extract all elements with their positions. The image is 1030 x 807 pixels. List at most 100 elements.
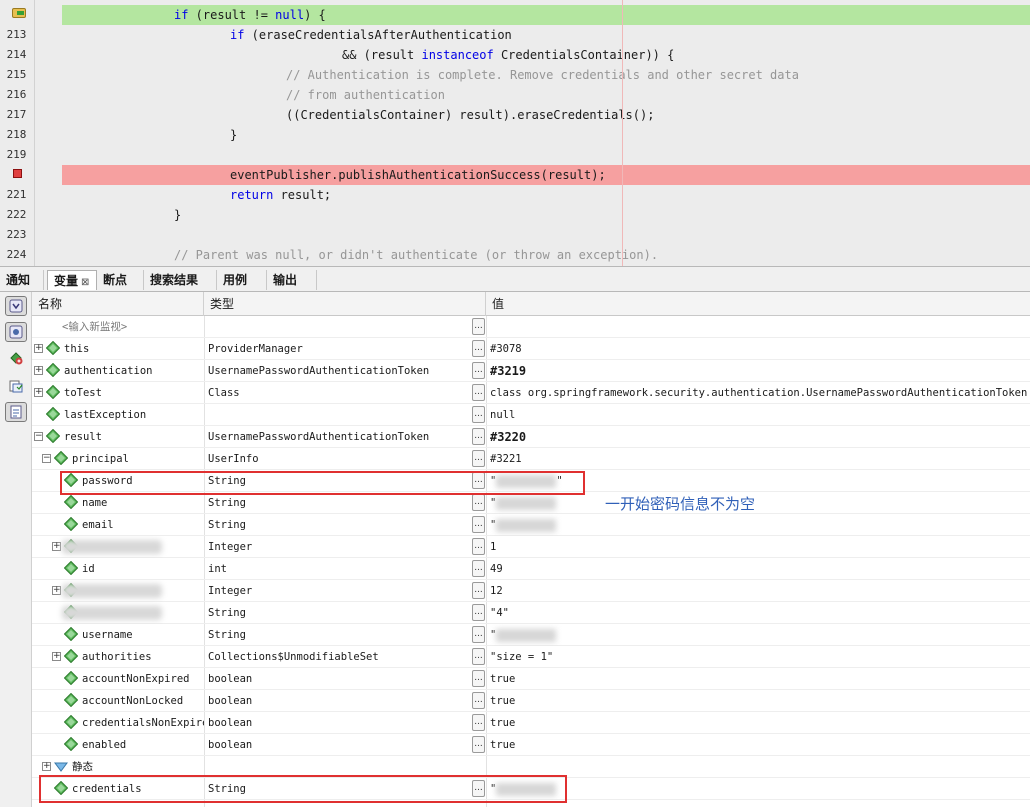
- table-row[interactable]: email String... ": [32, 514, 1030, 536]
- code-line[interactable]: && (result instanceof CredentialsContain…: [342, 45, 674, 65]
- collapse-icon[interactable]: −: [42, 454, 51, 463]
- code-line[interactable]: if (eraseCredentialsAfterAuthentication: [230, 25, 512, 45]
- watch-icon[interactable]: [5, 322, 27, 342]
- line-number: 224: [6, 248, 27, 261]
- edit-value-button[interactable]: ...: [472, 560, 485, 577]
- tab-label: 变量: [54, 274, 79, 288]
- column-header-value[interactable]: 值: [486, 292, 1030, 316]
- table-row[interactable]: + this ProviderManager... #3078: [32, 338, 1030, 360]
- tab-0[interactable]: 通知: [0, 270, 44, 290]
- table-row[interactable]: + Integer... 1: [32, 536, 1030, 558]
- debugger-tab-bar: 通知 变量 ⊠ 断点 搜索结果 用例 输出: [0, 266, 1030, 292]
- copy-icon[interactable]: [5, 376, 27, 396]
- code-line[interactable]: }: [174, 205, 181, 225]
- edit-value-button[interactable]: ...: [472, 450, 485, 467]
- properties-icon[interactable]: [5, 402, 27, 422]
- code-comment: // Authentication is complete. Remove cr…: [286, 68, 799, 82]
- code-line[interactable]: return result;: [230, 185, 331, 205]
- code-line[interactable]: // Parent was null, or didn't authentica…: [174, 245, 658, 265]
- code-line[interactable]: eventPublisher.publishAuthenticationSucc…: [230, 165, 606, 185]
- variable-name-cell: accountNonLocked: [32, 690, 204, 712]
- edit-value-button[interactable]: ...: [472, 494, 485, 511]
- edit-value-button[interactable]: ...: [472, 318, 485, 335]
- edit-value-button[interactable]: ...: [472, 538, 485, 555]
- variable-icon: [63, 692, 79, 708]
- table-row[interactable]: − result UsernamePasswordAuthenticationTok…: [32, 426, 1030, 448]
- edit-value-button[interactable]: ...: [472, 384, 485, 401]
- value-text: null: [490, 409, 516, 421]
- table-row[interactable]: + authentication UsernamePasswordAuthentic…: [32, 360, 1030, 382]
- column-header-name[interactable]: 名称: [32, 292, 204, 316]
- table-row[interactable]: − principal UserInfo... #3221: [32, 448, 1030, 470]
- code-line[interactable]: // from authentication: [286, 85, 445, 105]
- table-row[interactable]: accountNonExpired boolean... true: [32, 668, 1030, 690]
- code-token: (result !=: [188, 8, 276, 22]
- variable-value: [490, 316, 1030, 338]
- table-row[interactable]: credentialsNonExpired boolean... true: [32, 712, 1030, 734]
- redacted-name: [62, 584, 162, 598]
- tab-5[interactable]: 输出: [267, 270, 317, 290]
- edit-value-button[interactable]: ...: [472, 406, 485, 423]
- expand-icon[interactable]: +: [52, 542, 61, 551]
- edit-value-button[interactable]: ...: [472, 340, 485, 357]
- variable-name-cell: lastException: [32, 404, 204, 426]
- edit-value-button[interactable]: ...: [472, 714, 485, 731]
- column-header-type[interactable]: 类型: [204, 292, 486, 316]
- code-line[interactable]: if (result != null) {: [174, 5, 326, 25]
- variable-name: name: [82, 497, 108, 509]
- right-margin-guide: [622, 0, 623, 266]
- table-row[interactable]: lastException... null: [32, 404, 1030, 426]
- expand-icon[interactable]: +: [52, 652, 61, 661]
- table-row[interactable]: name String... ": [32, 492, 1030, 514]
- edit-value-button[interactable]: ...: [472, 648, 485, 665]
- edit-value-button[interactable]: ...: [472, 582, 485, 599]
- expand-icon[interactable]: +: [34, 388, 43, 397]
- tab-4[interactable]: 用例: [217, 270, 267, 290]
- table-row[interactable]: accountNonLocked boolean... true: [32, 690, 1030, 712]
- edit-value-button[interactable]: ...: [472, 692, 485, 709]
- variable-name-cell: id: [32, 558, 204, 580]
- table-row[interactable]: <输入新监视>...: [32, 316, 1030, 338]
- edit-value-button[interactable]: ...: [472, 736, 485, 753]
- tab-1[interactable]: 变量 ⊠: [47, 270, 97, 290]
- show-hide-icon[interactable]: [5, 296, 27, 316]
- variable-icon: [63, 714, 79, 730]
- variables-table[interactable]: 名称 类型 值 <输入新监视>... + this ProviderManager..…: [32, 292, 1030, 807]
- table-row[interactable]: enabled boolean... true: [32, 734, 1030, 756]
- expand-icon[interactable]: +: [34, 344, 43, 353]
- edit-value-button[interactable]: ...: [472, 604, 485, 621]
- line-number: 213: [6, 28, 27, 41]
- tab-3[interactable]: 搜索结果: [144, 270, 217, 290]
- code-editor[interactable]: 213 214 215 216 217 218 219 221 222 223 224 if (re…: [0, 0, 1030, 266]
- collapse-icon[interactable]: −: [34, 432, 43, 441]
- table-row[interactable]: + authorities Collections$UnmodifiableSet.…: [32, 646, 1030, 668]
- table-row[interactable]: + Integer... 12: [32, 580, 1030, 602]
- new-watch-icon[interactable]: [5, 348, 27, 368]
- breakpoint-icon[interactable]: [13, 169, 22, 178]
- code-line[interactable]: // Authentication is complete. Remove cr…: [286, 65, 799, 85]
- variable-name-cell: <输入新监视>: [32, 316, 204, 338]
- edit-value-button[interactable]: ...: [472, 516, 485, 533]
- table-row[interactable]: id int... 49: [32, 558, 1030, 580]
- variable-name: lastException: [64, 409, 147, 421]
- expand-icon[interactable]: +: [42, 762, 51, 771]
- edit-value-button[interactable]: ...: [472, 362, 485, 379]
- edit-value-button[interactable]: ...: [472, 670, 485, 687]
- table-row[interactable]: String... "4": [32, 602, 1030, 624]
- close-icon[interactable]: ⊠: [81, 277, 89, 288]
- expand-icon[interactable]: +: [34, 366, 43, 375]
- code-line[interactable]: }: [230, 125, 237, 145]
- new-watch-placeholder[interactable]: <输入新监视>: [62, 316, 127, 338]
- code-line[interactable]: ((CredentialsContainer) result).eraseCre…: [286, 105, 654, 125]
- tab-label: 通知: [6, 273, 31, 287]
- line-number-gutter[interactable]: 213 214 215 216 217 218 219 221 222 223 224: [0, 0, 35, 266]
- edit-value-button[interactable]: ...: [472, 428, 485, 445]
- edit-value-button[interactable]: ...: [472, 626, 485, 643]
- table-row[interactable]: + toTest Class... class org.springframework…: [32, 382, 1030, 404]
- variable-value: #3220: [490, 426, 1030, 448]
- table-row[interactable]: username String... ": [32, 624, 1030, 646]
- tab-2[interactable]: 断点: [97, 270, 144, 290]
- code-keyword: instanceof: [421, 48, 494, 62]
- expand-icon[interactable]: +: [52, 586, 61, 595]
- variable-icon: [63, 516, 79, 532]
